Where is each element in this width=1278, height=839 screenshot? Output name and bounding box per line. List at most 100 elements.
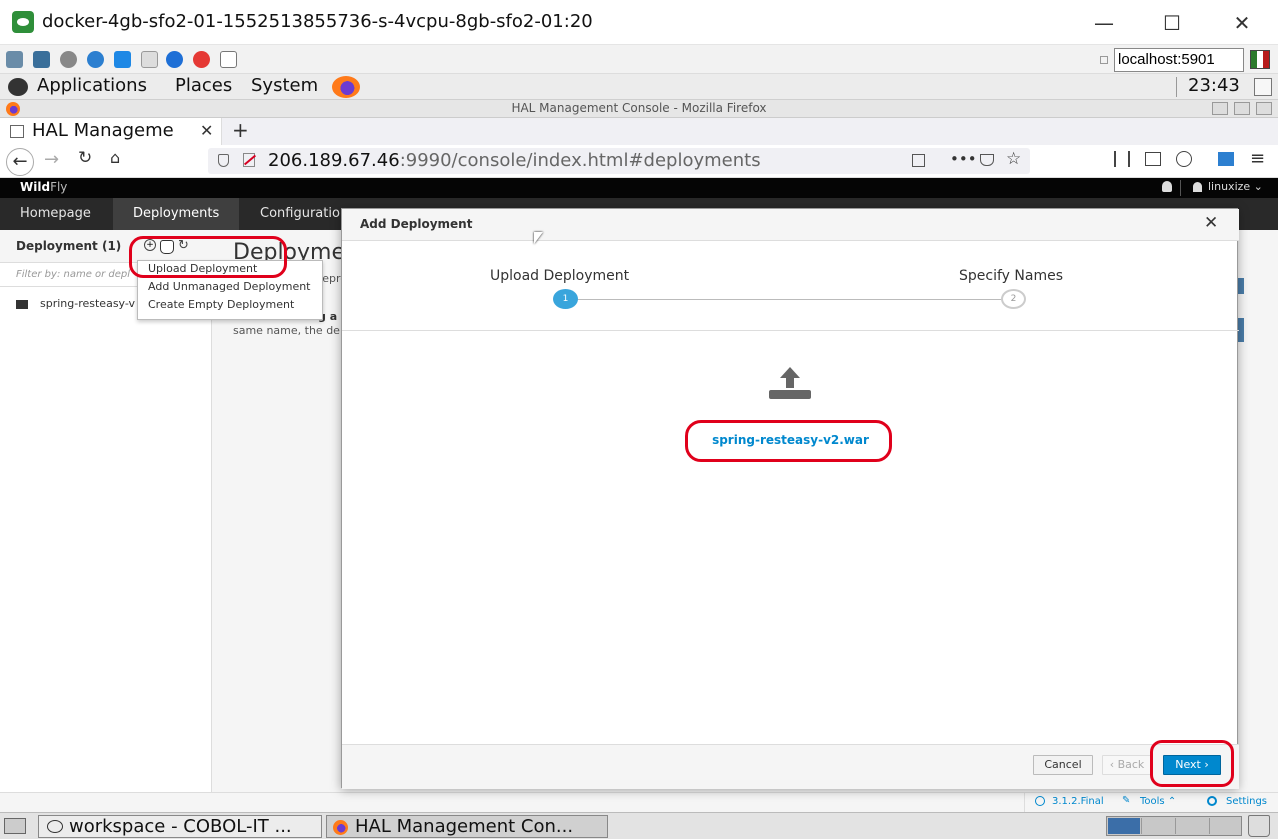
gnome-panel: Applications Places System 23:43 [0,74,1278,100]
ff-close-button[interactable] [1256,102,1272,115]
browser-tab[interactable]: HAL Manageme ✕ [0,118,222,145]
tab-homepage[interactable]: Homepage [0,198,111,230]
ctrl-alt-del-icon[interactable] [141,51,158,68]
upload-icon [768,367,812,401]
deployment-item[interactable]: spring-resteasy-v [40,297,135,310]
taskbar-item-hal-label: HAL Management Con... [355,816,574,837]
annotation-highlight-filename [685,420,892,462]
checkbox-icon[interactable] [1100,56,1108,64]
taskbar-item-workspace-label: workspace - COBOL-IT ... [69,816,292,837]
dialog-title: Add Deployment [360,217,473,231]
ff-minimize-button[interactable] [1212,102,1228,115]
pocket-icon[interactable] [980,154,994,166]
options-icon[interactable] [6,51,23,68]
step-2-label: Specify Names [959,268,1063,284]
library-icon[interactable] [1114,151,1130,167]
url-bar[interactable]: 206.189.67.46:9990/console/index.html#de… [208,148,1030,174]
hamburger-menu-icon[interactable]: ≡ [1250,148,1265,169]
menu-applications[interactable]: Applications [37,75,147,96]
wildfly-logo: WildFly [20,180,67,194]
menu-add-unmanaged-deployment[interactable]: Add Unmanaged Deployment [148,280,311,293]
back-arrow-icon[interactable]: ← [6,148,34,176]
app-flag-icon [1250,50,1270,69]
home-icon[interactable]: ⌂ [110,148,120,167]
page-actions-icon[interactable]: ••• [950,150,977,168]
firefox-launcher-icon[interactable] [332,76,360,98]
taskbar-item-workspace[interactable]: workspace - COBOL-IT ... [38,815,322,838]
bell-icon[interactable] [1162,181,1172,192]
info-icon[interactable] [166,51,183,68]
show-desktop-taskbar-icon[interactable] [4,818,26,834]
panel-clock[interactable]: 23:43 [1188,75,1240,96]
url-text: 206.189.67.46:9990/console/index.html#de… [268,150,761,171]
gnome-foot-icon [8,78,28,96]
vnc-window-titlebar: docker-4gb-sfo2-01-1552513855736-s-4vcpu… [0,0,1278,45]
sidebar-icon[interactable] [1145,152,1161,166]
step-2-circle: 2 [1001,289,1026,309]
gnome-taskbar: workspace - COBOL-IT ... HAL Management … [0,812,1278,839]
workspace-1[interactable] [1108,818,1140,834]
vnc-host-field[interactable]: localhost:5901 [1114,48,1244,72]
back-button[interactable]: ‹ Back [1102,755,1152,775]
vnc-eye-icon [12,11,34,33]
tab-favicon-icon [10,125,24,138]
tab-close-icon[interactable]: ✕ [200,121,213,140]
step-1-circle: 1 [553,289,578,309]
close-window-button[interactable]: ✕ [1222,8,1262,38]
workspace-switcher[interactable] [1106,816,1242,836]
user-name: linuxize [1208,180,1251,193]
transfer-icon[interactable] [220,51,237,68]
disconnect-icon[interactable] [193,51,210,68]
window-title: docker-4gb-sfo2-01-1552513855736-s-4vcpu… [42,11,593,32]
wrench-icon: ✎ [1122,795,1131,806]
version-link[interactable]: 3.1.2.Final [1052,796,1104,807]
maximize-button[interactable]: ☐ [1152,8,1192,38]
url-path: :9990/console/index.html#deployments [399,150,761,171]
main-text-fragment-3: same name, the de [233,324,340,337]
eclipse-icon [47,820,63,833]
taskbar-item-hal[interactable]: HAL Management Con... [326,815,608,838]
cancel-button[interactable]: Cancel [1033,755,1093,775]
archive-icon [16,300,28,309]
wizard-divider [342,330,1239,331]
fullscreen-icon[interactable] [33,51,50,68]
info-circle-icon [1035,796,1045,806]
settings-link[interactable]: Settings [1226,796,1267,807]
hal-header: WildFly linuxize ⌄ [0,178,1278,198]
vnc-toolbar: localhost:5901 [0,45,1278,74]
gear-icon[interactable] [60,51,77,68]
filter-input[interactable]: Filter by: name or depl [16,269,130,280]
ff-maximize-button[interactable] [1234,102,1250,115]
deployment-count: Deployment (1) [16,239,122,253]
windows-key-icon[interactable] [114,51,131,68]
extensions-icon[interactable] [1218,152,1234,166]
background-edge-marker [1238,278,1244,294]
menu-places[interactable]: Places [175,75,232,96]
hal-footer: 3.1.2.Final ✎ Tools ⌃ Settings [0,792,1278,813]
panel-separator [1176,77,1177,97]
tools-menu[interactable]: Tools ⌃ [1140,796,1176,807]
firefox-titlebar: HAL Management Console - Mozilla Firefox [0,100,1278,118]
user-chevron-icon: ⌄ [1253,180,1263,193]
shield-icon[interactable] [218,154,229,167]
dialog-close-icon[interactable]: ✕ [1204,213,1218,233]
reload-icon[interactable]: ↻ [78,148,92,168]
workspace-divider [1141,818,1142,834]
footer-divider [1024,793,1025,813]
bookmark-star-icon[interactable]: ☆ [1006,149,1021,169]
user-icon [1193,182,1202,192]
new-tab-icon[interactable]: + [232,118,249,142]
forward-arrow-icon[interactable]: → [44,149,59,170]
minimize-button[interactable]: — [1084,8,1124,38]
account-icon[interactable] [1176,151,1192,167]
user-menu[interactable]: linuxize ⌄ [1208,180,1263,193]
workspace-divider [1209,818,1210,834]
tab-deployments[interactable]: Deployments [113,198,240,230]
trash-icon[interactable] [1248,815,1270,837]
refresh-icon[interactable] [87,51,104,68]
reader-view-icon[interactable] [912,154,925,167]
menu-create-empty-deployment[interactable]: Create Empty Deployment [148,298,294,311]
tab-title: HAL Manageme [32,120,174,141]
show-desktop-icon[interactable] [1254,78,1272,96]
menu-system[interactable]: System [251,75,318,96]
